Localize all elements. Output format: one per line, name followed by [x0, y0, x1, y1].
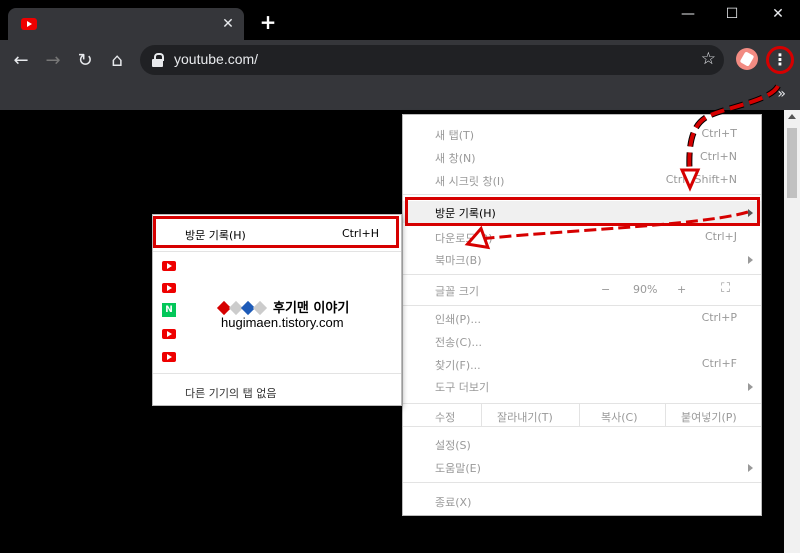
- annotation-arrow-1: [687, 84, 780, 179]
- annotation-arrow-1-outline: [686, 84, 781, 179]
- annotation-arrow-2: [469, 210, 749, 242]
- annotation-arrowhead-1: [679, 168, 701, 192]
- browser-window: ✕ + — ☐ ✕ ← → ↻ ⌂ youtube.com/ ☆ ⋮ » 새 탭…: [0, 0, 800, 553]
- annotation-arrowhead-2: [464, 225, 491, 250]
- annotation-arrows: [464, 84, 781, 250]
